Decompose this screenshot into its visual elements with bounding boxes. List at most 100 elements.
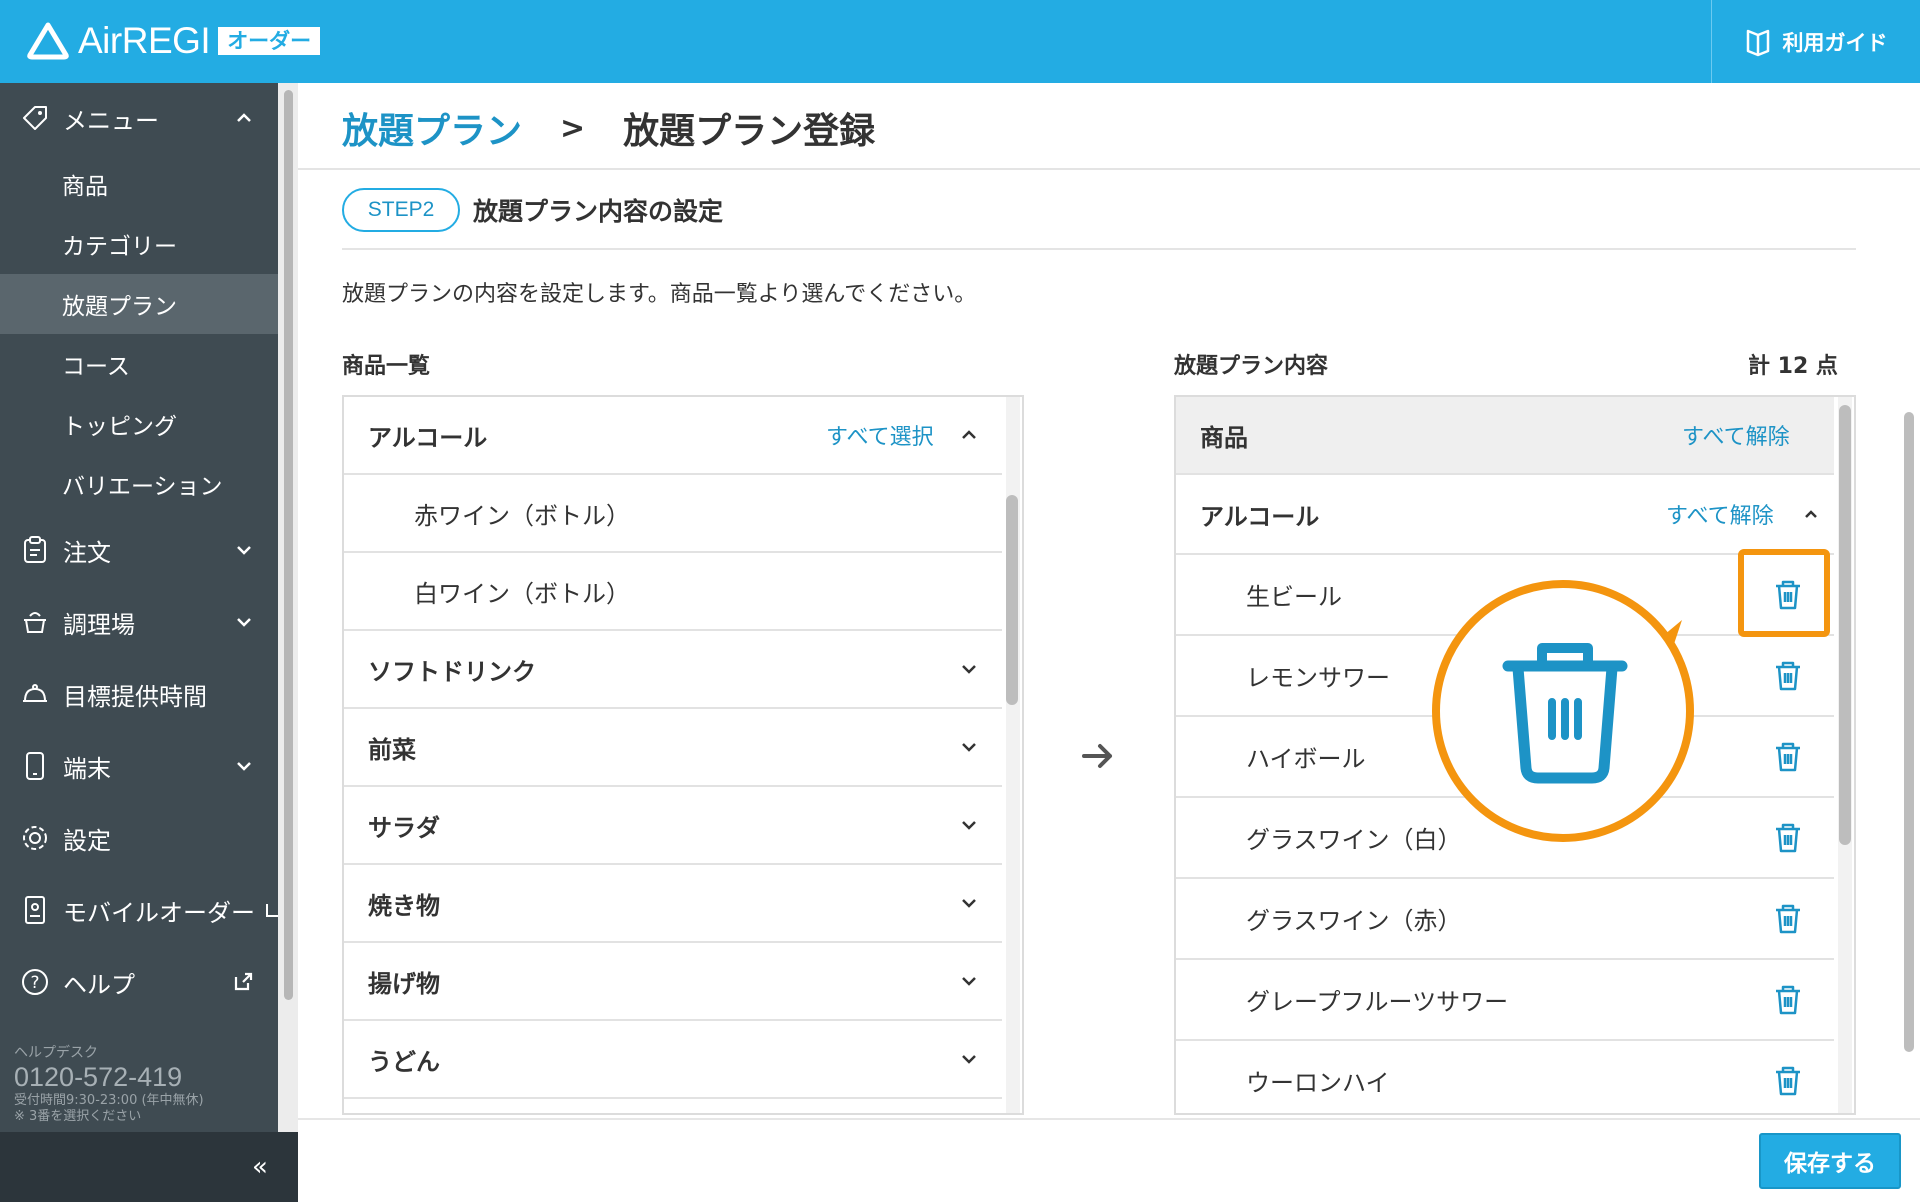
step-badge: STEP2 (342, 188, 460, 232)
airregi-logo[interactable]: AirREGI オーダー (26, 20, 321, 62)
gear-icon (20, 823, 50, 853)
clipboard-icon (20, 535, 50, 565)
product-label: 白ワイン（ボトル） (414, 579, 630, 608)
sidebar-item-label: 目標提供時間 (63, 682, 207, 711)
category-label: アルコール (368, 423, 488, 452)
collapse-sidebar-button[interactable]: « (252, 1152, 268, 1182)
main-scrollbar-thumb[interactable] (1904, 412, 1914, 1052)
category-row-salads[interactable]: サラダ (344, 787, 1002, 865)
logo-badge: オーダー (218, 27, 321, 55)
helpdesk-info: ヘルプデスク 0120-572-419 受付時間9:30-23:00 (年中無休… (14, 1045, 204, 1125)
product-row[interactable]: 赤ワイン（ボトル） (344, 475, 1002, 553)
trash-icon[interactable] (1772, 821, 1804, 855)
arrow-right-icon (1082, 744, 1112, 768)
plan-total-count: 計 12 点 (1748, 354, 1838, 379)
product-list-title: 商品一覧 (342, 354, 431, 379)
chevron-up-icon (237, 113, 251, 122)
mobile-order-icon (20, 895, 50, 925)
footer-bar (298, 1118, 1920, 1202)
category-label: うどん (368, 1047, 440, 1076)
chevron-down-icon[interactable] (958, 658, 980, 680)
trash-icon[interactable] (1772, 983, 1804, 1017)
chevron-down-icon (237, 762, 251, 771)
step-description: 放題プランの内容を設定します。商品一覧より選んでください。 (342, 282, 977, 307)
tag-icon (20, 103, 50, 133)
product-label: 赤ワイン（ボトル） (414, 501, 630, 530)
plan-item-label: グラスワイン（白） (1246, 826, 1462, 854)
sidebar-item-label: 設定 (63, 826, 111, 855)
category-row-fried[interactable]: 揚げ物 (344, 943, 1002, 1021)
sidebar-item-devices[interactable]: 端末 (0, 738, 278, 794)
chevron-down-icon (237, 546, 251, 555)
deselect-category-link[interactable]: すべて解除 (1666, 498, 1774, 530)
trash-icon[interactable] (1772, 902, 1804, 936)
trash-icon[interactable] (1772, 740, 1804, 774)
trash-icon[interactable] (1772, 1064, 1804, 1098)
trash-icon-zoom-callout (1432, 580, 1694, 842)
chevron-down-icon[interactable] (958, 970, 980, 992)
category-label: 揚げ物 (368, 969, 440, 998)
chevron-down-icon[interactable] (958, 892, 980, 914)
plan-item-label: 生ビール (1246, 583, 1342, 611)
deselect-all-link[interactable]: すべて解除 (1682, 419, 1790, 451)
product-row[interactable]: 白ワイン（ボトル） (344, 553, 1002, 631)
product-list-panel: アルコール すべて選択 赤ワイン（ボトル） 白ワイン（ボトル） ソフトドリンク … (342, 395, 1024, 1115)
plan-item-row: グラスワイン（赤） (1176, 879, 1834, 960)
plan-contents-title: 放題プラン内容 (1174, 354, 1329, 379)
trash-button-highlight (1738, 549, 1830, 637)
select-all-link[interactable]: すべて選択 (826, 419, 934, 451)
sidebar-sub-item-courses[interactable]: コース (0, 334, 278, 394)
chevron-up-icon[interactable] (1800, 503, 1822, 525)
helpdesk-title: ヘルプデスク (14, 1045, 98, 1061)
category-row-udon[interactable]: うどん (344, 1021, 1002, 1099)
helpdesk-note: ※ 3番を選択ください (14, 1109, 142, 1124)
sidebar-sub-item-variations[interactable]: バリエーション (0, 454, 278, 514)
plan-item-row: グレープフルーツサワー (1176, 960, 1834, 1041)
sidebar-scrollbar-thumb[interactable] (284, 90, 293, 1000)
cloche-icon (20, 679, 50, 709)
sidebar-item-target-time[interactable]: 目標提供時間 (0, 666, 278, 722)
breadcrumb-parent-link[interactable]: 放題プラン (342, 102, 522, 154)
plan-contents-scrollbar-thumb[interactable] (1839, 405, 1851, 845)
chevron-down-icon[interactable] (958, 814, 980, 836)
chevron-down-icon[interactable] (958, 736, 980, 758)
plan-item-label: ハイボール (1246, 745, 1366, 773)
user-guide-button[interactable]: 利用ガイド (1711, 0, 1920, 83)
sidebar-item-mobile-order[interactable]: モバイルオーダー (0, 882, 278, 938)
sidebar-item-label: ヘルプ (63, 970, 135, 999)
sidebar-item-settings[interactable]: 設定 (0, 810, 278, 866)
sidebar-sub-item-toppings[interactable]: トッピング (0, 394, 278, 454)
sidebar-sub-item-products[interactable]: 商品 (0, 154, 278, 214)
sidebar-item-label: 調理場 (63, 610, 135, 639)
product-list-scrollbar-thumb[interactable] (1006, 495, 1018, 705)
sidebar-sub-item-categories[interactable]: カテゴリー (0, 214, 278, 274)
plan-item-label: ウーロンハイ (1246, 1069, 1390, 1097)
help-circle-icon: ? (20, 967, 50, 997)
category-row-alcohol[interactable]: アルコール すべて選択 (344, 397, 1002, 475)
plan-item-label: グレープフルーツサワー (1246, 988, 1509, 1016)
chevron-up-icon[interactable] (958, 424, 980, 446)
sidebar-item-label: 注文 (63, 538, 111, 567)
sidebar-item-help[interactable]: ? ヘルプ (0, 954, 278, 1010)
plan-item-label: グラスワイン（赤） (1246, 907, 1462, 935)
plan-item-row: ウーロンハイ (1176, 1041, 1834, 1113)
sidebar-item-label: モバイルオーダー (63, 898, 255, 927)
chevron-down-icon[interactable] (958, 1048, 980, 1070)
category-row-soft-drinks[interactable]: ソフトドリンク (344, 631, 1002, 709)
category-row-grilled[interactable]: 焼き物 (344, 865, 1002, 943)
sidebar-item-kitchen[interactable]: 調理場 (0, 594, 278, 650)
sidebar-item-orders[interactable]: 注文 (0, 522, 278, 578)
category-row-appetizers[interactable]: 前菜 (344, 709, 1002, 787)
external-link-icon (266, 904, 278, 917)
book-icon (1746, 29, 1769, 56)
plan-category-row-alcohol[interactable]: アルコール すべて解除 (1176, 475, 1834, 555)
logo-text: AirREGI (78, 20, 211, 61)
category-label: サラダ (368, 813, 440, 842)
step-title: 放題プラン内容の設定 (473, 197, 724, 226)
trash-icon[interactable] (1772, 659, 1804, 693)
sidebar-item-menu[interactable]: メニュー (0, 90, 278, 146)
save-button[interactable]: 保存する (1759, 1133, 1901, 1189)
plan-header-row: 商品 すべて解除 (1176, 397, 1834, 475)
external-link-icon (234, 972, 253, 991)
sidebar-sub-item-all-you-can-plan[interactable]: 放題プラン (0, 274, 278, 334)
